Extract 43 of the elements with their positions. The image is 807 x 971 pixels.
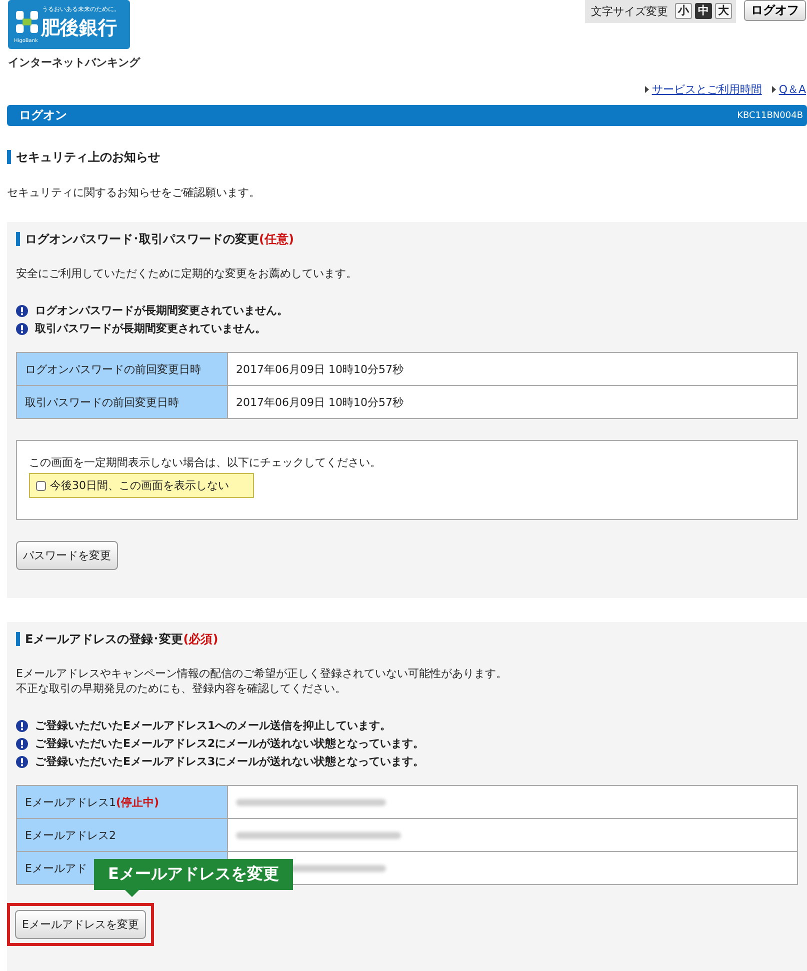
table-header-cell: ログオンパスワードの前回変更日時 xyxy=(16,352,228,386)
table-header-cell: 取引パスワードの前回変更日時 xyxy=(16,386,228,418)
page-title: ログオン xyxy=(19,107,67,124)
logo-name: 肥後銀行 xyxy=(41,16,117,41)
nav-link[interactable]: Q＆A xyxy=(778,82,806,97)
checkbox[interactable] xyxy=(36,480,46,490)
callout-pointer-icon xyxy=(124,889,140,897)
alert-text: ご登録いただいたEメールアドレス3にメールが送れない状態となっています。 xyxy=(35,754,424,769)
change-button[interactable]: Eメールアドレスを変更 xyxy=(15,910,146,939)
logo-mark-icon xyxy=(16,11,38,33)
alert-text: ログオンパスワードが長期間変更されていません。 xyxy=(35,303,288,318)
section-heading: セキュリティ上のお知らせ xyxy=(7,150,807,164)
checkbox-label: 今後30日間、この画面を表示しない xyxy=(50,478,229,493)
table-cell: 2017年06月09日 10時10分57秒 xyxy=(228,386,798,418)
alert-text: 取引パスワードが長期間変更されていません。 xyxy=(35,321,266,336)
font-size-option[interactable]: 小 xyxy=(675,3,692,19)
change-button[interactable]: パスワードを変更 xyxy=(16,541,118,570)
exclamation-icon xyxy=(16,756,28,768)
screen-code: KBC11BN004B xyxy=(737,110,803,120)
panel-heading: ログオンパスワード･取引パスワードの変更(任意) xyxy=(16,232,798,246)
panel-heading: Eメールアドレスの登録･変更(必須) xyxy=(16,632,798,646)
table-header-cell: Eメールアドレス1(停止中) xyxy=(16,786,228,818)
service-name: インターネットバンキング xyxy=(8,55,140,70)
message-text: 不正な取引の早期発見のためにも、登録内容を確認してください。 xyxy=(16,681,347,696)
font-size-option[interactable]: 大 xyxy=(715,3,732,19)
table-header-cell: Eメールアドレス2 xyxy=(16,818,228,852)
font-size-option[interactable]: 中 xyxy=(695,3,712,19)
intro-text: セキュリティに関するお知らせをご確認願います。 xyxy=(7,185,261,200)
font-size-label: 文字サイズ変更 xyxy=(591,4,668,18)
message-text: 安全にご利用していただくために定期的な変更をお薦めしています。 xyxy=(16,266,358,281)
checkbox-prompt: この画面を一定期間表示しない場合は、以下にチェックしてください。 xyxy=(29,455,382,470)
exclamation-icon xyxy=(16,738,28,750)
triangle-icon xyxy=(772,86,776,93)
message-text: Eメールアドレスやキャンペーン情報の配信のご希望が正しく登録されていない可能性があります。 xyxy=(16,666,508,681)
alert-text: ご登録いただいたEメールアドレス1へのメール送信を抑止しています。 xyxy=(35,718,392,733)
exclamation-icon xyxy=(16,322,28,334)
logoff-button[interactable]: ログオフ xyxy=(744,0,806,21)
table-cell: 2017年06月09日 10時10分57秒 xyxy=(228,352,798,386)
triangle-icon xyxy=(644,86,649,93)
alert-text: ご登録いただいたEメールアドレス2にメールが送れない状態となっています。 xyxy=(35,736,424,751)
exclamation-icon xyxy=(16,720,28,732)
nav-link[interactable]: サービスとご利用時間 xyxy=(652,82,762,97)
exclamation-icon xyxy=(16,304,28,316)
